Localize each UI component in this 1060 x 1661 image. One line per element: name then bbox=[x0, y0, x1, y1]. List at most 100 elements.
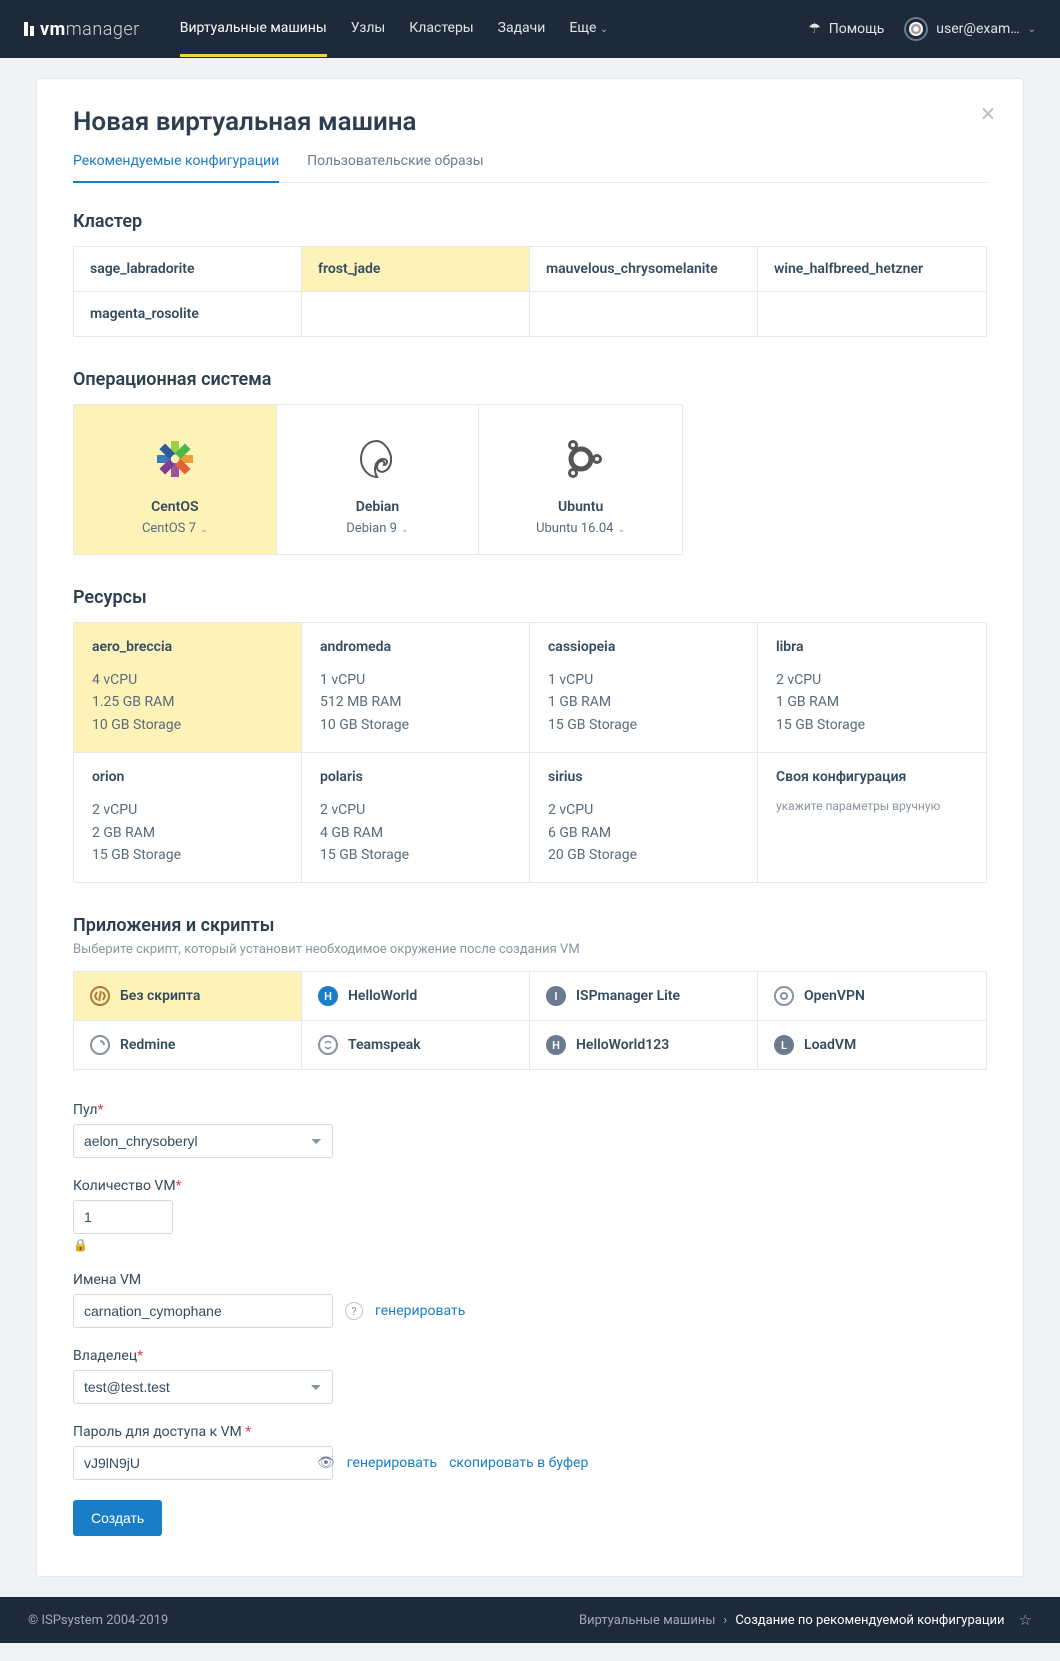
logo[interactable]: vmmanager bbox=[24, 19, 140, 40]
nav-vms[interactable]: Виртуальные машины bbox=[180, 2, 327, 57]
cluster-option[interactable]: frost_jade bbox=[302, 247, 530, 292]
app-icon: H bbox=[546, 1035, 566, 1055]
pool-select[interactable]: aelon_chrysoberyl bbox=[73, 1124, 333, 1158]
chevron-down-icon: ⌄ bbox=[1028, 24, 1036, 35]
tab-custom-images[interactable]: Пользовательские образы bbox=[307, 153, 483, 183]
create-vm-card: × Новая виртуальная машина Рекомендуемые… bbox=[36, 78, 1024, 1577]
resource-option[interactable]: andromeda 1 vCPU 512 MB RAM 10 GB Storag… bbox=[302, 623, 530, 753]
chevron-down-icon: ⌄ bbox=[399, 525, 409, 535]
ubuntu-icon bbox=[495, 433, 666, 485]
apps-title: Приложения и скрипты bbox=[73, 915, 987, 936]
os-name: Ubuntu bbox=[495, 499, 666, 515]
cluster-option[interactable]: sage_labradorite bbox=[74, 247, 302, 292]
nav-tasks[interactable]: Задачи bbox=[498, 2, 546, 57]
generate-names-link[interactable]: генерировать bbox=[375, 1303, 465, 1319]
resource-option[interactable]: aero_breccia 4 vCPU 1.25 GB RAM 10 GB St… bbox=[74, 623, 302, 753]
chevron-down-icon: ⌄ bbox=[615, 525, 625, 535]
breadcrumb-item[interactable]: Виртуальные машины bbox=[579, 1613, 715, 1628]
tab-recommended[interactable]: Рекомендуемые конфигурации bbox=[73, 153, 279, 183]
app-option[interactable]: L LoadVM bbox=[758, 1021, 986, 1069]
os-option-ubuntu[interactable]: Ubuntu Ubuntu 16.04 ⌄ bbox=[479, 405, 682, 554]
apps-subtitle: Выберите скрипт, который установит необх… bbox=[73, 942, 987, 957]
resources-grid: aero_breccia 4 vCPU 1.25 GB RAM 10 GB St… bbox=[73, 622, 987, 883]
resource-option[interactable]: sirius 2 vCPU 6 GB RAM 20 GB Storage bbox=[530, 753, 758, 882]
password-input[interactable] bbox=[73, 1446, 333, 1480]
user-menu[interactable]: user@exam… ⌄ bbox=[904, 17, 1036, 41]
count-input[interactable] bbox=[73, 1200, 173, 1234]
app-option-none[interactable]: Без скрипта bbox=[74, 972, 302, 1021]
page-title: Новая виртуальная машина bbox=[73, 107, 987, 137]
nav-clusters[interactable]: Кластеры bbox=[409, 2, 473, 57]
nav-nodes[interactable]: Узлы bbox=[351, 2, 386, 57]
app-option[interactable]: H HelloWorld123 bbox=[530, 1021, 758, 1069]
owner-label: Владелец* bbox=[73, 1348, 987, 1364]
cluster-option[interactable]: wine_halfbreed_hetzner bbox=[758, 247, 986, 292]
count-label: Количество VM* bbox=[73, 1178, 987, 1194]
app-option[interactable]: I ISPmanager Lite bbox=[530, 972, 758, 1021]
password-label: Пароль для доступа к VM * bbox=[73, 1424, 987, 1440]
close-button[interactable]: × bbox=[981, 101, 995, 127]
main-nav: Виртуальные машины Узлы Кластеры Задачи … bbox=[180, 2, 609, 57]
copy-password-link[interactable]: скопировать в буфер bbox=[449, 1455, 588, 1471]
resource-option-custom[interactable]: Своя конфигурация укажите параметры вруч… bbox=[758, 753, 986, 882]
resource-option[interactable]: libra 2 vCPU 1 GB RAM 15 GB Storage bbox=[758, 623, 986, 753]
config-tabs: Рекомендуемые конфигурации Пользовательс… bbox=[73, 153, 987, 183]
chevron-down-icon: ⌄ bbox=[198, 525, 208, 535]
app-option[interactable]: H HelloWorld bbox=[302, 972, 530, 1021]
star-icon[interactable]: ☆ bbox=[1019, 1611, 1032, 1629]
app-option[interactable]: Teamspeak bbox=[302, 1021, 530, 1069]
apps-grid: Без скрипта H HelloWorld I ISPmanager Li… bbox=[73, 971, 987, 1070]
user-label: user@exam… bbox=[936, 21, 1019, 37]
os-version-select[interactable]: Debian 9 ⌄ bbox=[293, 521, 463, 536]
names-input[interactable] bbox=[73, 1294, 333, 1328]
avatar-icon bbox=[904, 17, 928, 41]
app-icon: H bbox=[318, 986, 338, 1006]
resource-option[interactable]: polaris 2 vCPU 4 GB RAM 15 GB Storage bbox=[302, 753, 530, 882]
cluster-title: Кластер bbox=[73, 211, 987, 232]
app-option[interactable]: Redmine bbox=[74, 1021, 302, 1069]
create-button[interactable]: Создать bbox=[73, 1500, 162, 1536]
os-version-select[interactable]: Ubuntu 16.04 ⌄ bbox=[495, 521, 666, 536]
logo-text-thin: manager bbox=[66, 19, 140, 40]
app-icon: I bbox=[546, 986, 566, 1006]
os-option-centos[interactable]: CentOS CentOS 7 ⌄ bbox=[74, 405, 277, 554]
cluster-option[interactable]: magenta_rosolite bbox=[74, 292, 302, 336]
resource-option[interactable]: orion 2 vCPU 2 GB RAM 15 GB Storage bbox=[74, 753, 302, 882]
help-link[interactable]: ☂ Помощь bbox=[808, 21, 884, 37]
resource-option[interactable]: cassiopeia 1 vCPU 1 GB RAM 15 GB Storage bbox=[530, 623, 758, 753]
app-header: vmmanager Виртуальные машины Узлы Класте… bbox=[0, 0, 1060, 58]
os-grid: CentOS CentOS 7 ⌄ Debian Debian 9 ⌄ Ubun… bbox=[73, 404, 683, 555]
logo-icon bbox=[24, 22, 34, 36]
cluster-option[interactable]: mauvelous_chrysomelanite bbox=[530, 247, 758, 292]
os-title: Операционная система bbox=[73, 369, 987, 390]
openvpn-icon bbox=[774, 986, 794, 1006]
cluster-grid: sage_labradorite frost_jade mauvelous_ch… bbox=[73, 246, 987, 337]
no-script-icon bbox=[90, 986, 110, 1006]
os-name: CentOS bbox=[90, 499, 260, 515]
names-label: Имена VM bbox=[73, 1272, 987, 1288]
help-icon[interactable]: ? bbox=[345, 1302, 363, 1320]
owner-select[interactable]: test@test.test bbox=[73, 1370, 333, 1404]
umbrella-icon: ☂ bbox=[808, 21, 821, 37]
nav-more[interactable]: Еще ⌄ bbox=[569, 2, 608, 57]
centos-icon bbox=[90, 433, 260, 485]
app-icon: L bbox=[774, 1035, 794, 1055]
redmine-icon bbox=[90, 1035, 110, 1055]
pool-label: Пул* bbox=[73, 1102, 987, 1118]
help-label: Помощь bbox=[829, 21, 885, 37]
copyright: © ISPsystem 2004-2019 bbox=[28, 1613, 168, 1628]
os-name: Debian bbox=[293, 499, 463, 515]
breadcrumb: Виртуальные машины › Создание по рекомен… bbox=[579, 1611, 1032, 1629]
eye-icon[interactable]: 👁 bbox=[317, 1455, 335, 1471]
app-option[interactable]: OpenVPN bbox=[758, 972, 986, 1021]
teamspeak-icon bbox=[318, 1035, 338, 1055]
resources-title: Ресурсы bbox=[73, 587, 987, 608]
os-option-debian[interactable]: Debian Debian 9 ⌄ bbox=[277, 405, 480, 554]
os-version-select[interactable]: CentOS 7 ⌄ bbox=[90, 521, 260, 536]
app-footer: © ISPsystem 2004-2019 Виртуальные машины… bbox=[0, 1597, 1060, 1643]
chevron-down-icon: ⌄ bbox=[600, 24, 608, 35]
debian-icon bbox=[293, 433, 463, 485]
breadcrumb-item-active: Создание по рекомендуемой конфигурации bbox=[735, 1613, 1004, 1628]
lock-icon: 🔒 bbox=[73, 1238, 987, 1252]
generate-password-link[interactable]: генерировать bbox=[347, 1455, 437, 1471]
